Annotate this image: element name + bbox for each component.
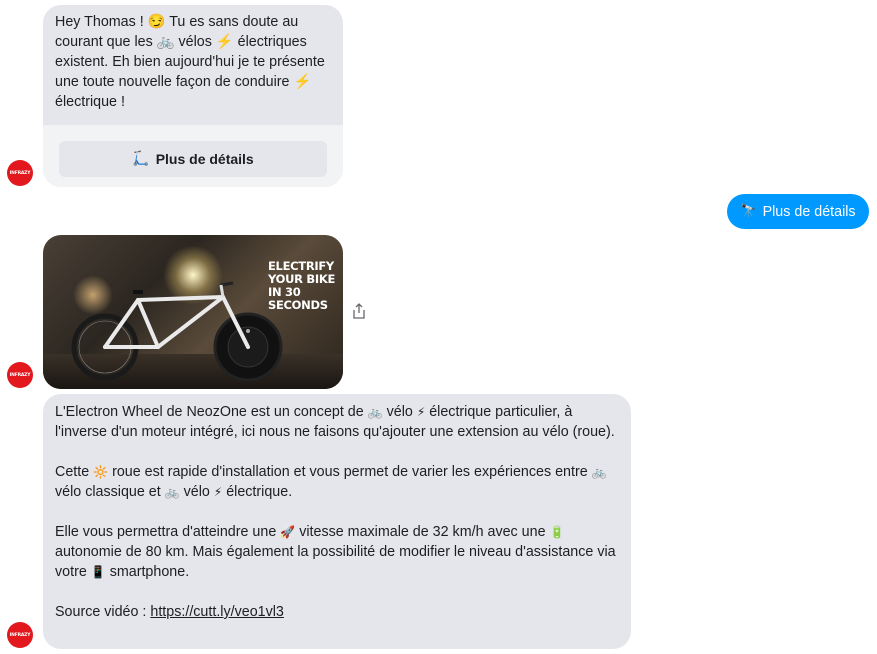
text: vélo <box>382 404 417 420</box>
video-thumbnail[interactable]: ELECTRIFY YOUR BIKE IN 30 SECONDS <box>43 235 343 389</box>
phone-icon: 📱 <box>90 565 106 579</box>
bot-avatar: INFRAZY <box>7 622 33 648</box>
scooter-icon: 🛴 <box>132 151 150 167</box>
more-details-button[interactable]: 🛴 Plus de détails <box>59 141 327 177</box>
bot-avatar: INFRAZY <box>7 362 33 388</box>
card-actions: 🛴 Plus de détails <box>43 126 343 187</box>
message-card: Hey Thomas ! 😏 Tu es sans doute au coura… <box>43 5 343 187</box>
avatar-label: INFRAZY <box>9 632 31 638</box>
share-icon[interactable] <box>352 303 368 321</box>
text: Elle vous permettra d'atteindre une <box>55 524 281 540</box>
lightning-icon: ⚡ <box>213 485 223 499</box>
text: smartphone. <box>105 564 190 580</box>
bicycle-icon: 🚲 <box>164 485 180 499</box>
source-label: Source vidéo : <box>55 604 151 620</box>
text: Cette <box>55 464 94 480</box>
avatar-label: INFRAZY <box>9 170 31 176</box>
text: vitesse maximale de 32 km/h avec une <box>295 524 550 540</box>
message-details: L'Electron Wheel de NeozOne est un conce… <box>43 394 631 649</box>
text: électrique. <box>222 484 293 500</box>
avatar-label: INFRAZY <box>9 372 31 378</box>
wheel-icon: 🔆 <box>93 465 109 479</box>
message-text: Hey Thomas ! 😏 Tu es sans doute au coura… <box>55 14 325 110</box>
bot-avatar: INFRAZY <box>7 160 33 186</box>
text: vélo classique et <box>55 484 165 500</box>
lightning-icon: ⚡ <box>416 405 426 419</box>
text: vélo <box>179 484 214 500</box>
reply-label: Plus de détails <box>762 203 856 220</box>
text: L'Electron Wheel de NeozOne est un conce… <box>55 404 368 420</box>
source-line: Source vidéo : https://cutt.ly/veo1vl3 <box>43 602 631 622</box>
paragraph-1: L'Electron Wheel de NeozOne est un conce… <box>43 394 631 442</box>
source-link[interactable]: https://cutt.ly/veo1vl3 <box>150 604 284 620</box>
paragraph-3: Elle vous permettra d'atteindre une 🚀 vi… <box>43 522 631 582</box>
telescope-icon: 🔭 <box>740 204 757 219</box>
battery-icon: 🔋 <box>549 525 565 539</box>
button-label: Plus de détails <box>155 151 254 167</box>
video-overlay-text: ELECTRIFY YOUR BIKE IN 30 SECONDS <box>268 260 335 312</box>
bicycle-icon: 🚲 <box>591 465 607 479</box>
rocket-icon: 🚀 <box>280 525 296 539</box>
text: roue est rapide d'installation et vous p… <box>108 464 592 480</box>
overlay-line: SECONDS <box>268 298 328 312</box>
user-reply-bubble[interactable]: 🔭 Plus de détails <box>727 194 869 229</box>
paragraph-2: Cette 🔆 roue est rapide d'installation e… <box>43 462 631 502</box>
bicycle-icon: 🚲 <box>367 405 383 419</box>
